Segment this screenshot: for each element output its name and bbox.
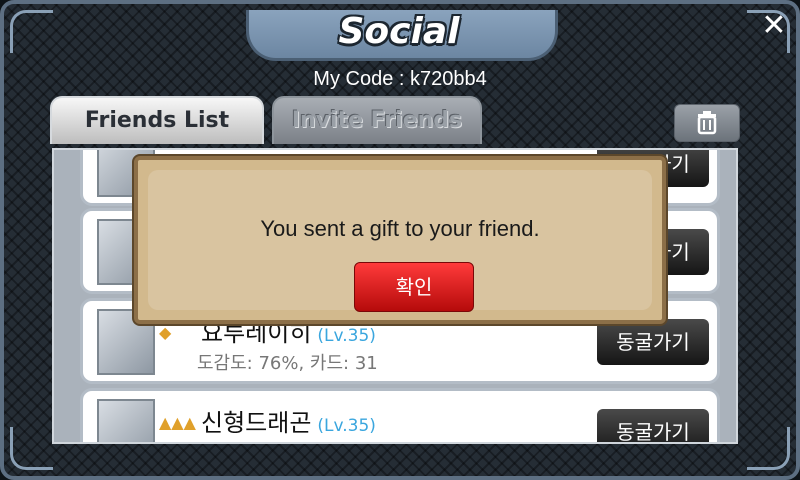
avatar	[97, 399, 155, 442]
trash-icon	[697, 111, 717, 135]
frame-ornament	[10, 10, 53, 53]
my-code: My Code : k720bb4	[313, 68, 487, 90]
friend-name: 신형드래곤 (Lv.35)	[201, 409, 376, 437]
frame-ornament	[747, 427, 790, 470]
dialog-message: You sent a gift to your friend.	[260, 216, 540, 241]
trash-button[interactable]	[674, 104, 740, 142]
diamond-icon: ◆	[159, 323, 172, 342]
crown-icon: ▲▲▲	[159, 413, 196, 432]
gift-sent-dialog: You sent a gift to your friend. 확인	[134, 156, 666, 324]
friend-level: (Lv.35)	[317, 416, 376, 436]
list-item: ▲▲▲ 신형드래곤 (Lv.35) 동굴가기	[80, 388, 720, 442]
visit-cave-button[interactable]: 동굴가기	[597, 409, 709, 442]
window-title: Social	[338, 11, 460, 52]
visit-cave-button[interactable]: 동굴가기	[597, 319, 709, 365]
friend-level: (Lv.35)	[317, 326, 376, 346]
tab-friends-list[interactable]: Friends List	[50, 96, 264, 144]
friend-stats: 도감도: 76%, 카드: 31	[197, 353, 378, 374]
tab-invite-friends[interactable]: Invite Friends	[272, 96, 482, 144]
confirm-button[interactable]: 확인	[354, 262, 474, 312]
close-icon[interactable]: ✕	[756, 8, 792, 44]
dialog-panel: You sent a gift to your friend. 확인	[148, 170, 652, 312]
frame-ornament	[10, 427, 53, 470]
